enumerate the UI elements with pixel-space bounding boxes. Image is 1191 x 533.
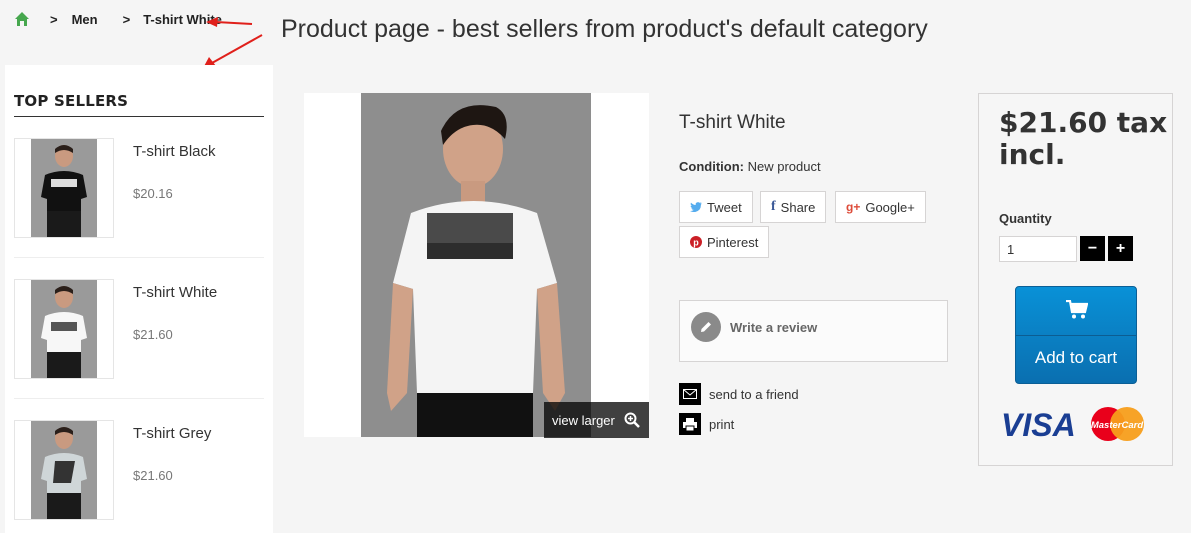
pinterest-button[interactable]: p Pinterest [679, 226, 770, 258]
quantity-input[interactable] [999, 236, 1077, 262]
top-seller-price: $21.60 [133, 327, 173, 342]
visa-logo: VISA [1001, 407, 1076, 443]
pinterest-icon: p [690, 236, 702, 248]
breadcrumb-separator: > [122, 11, 131, 27]
top-seller-price: $20.16 [133, 186, 173, 201]
view-larger-button[interactable]: view larger [544, 402, 649, 438]
envelope-icon [679, 383, 701, 405]
zoom-icon [624, 412, 640, 428]
divider [14, 398, 264, 399]
divider [1016, 335, 1136, 336]
cart-icon [1066, 300, 1088, 319]
quantity-decrease-button[interactable]: − [1080, 236, 1105, 261]
top-seller-item[interactable]: T-shirt White $21.60 [14, 279, 264, 409]
breadcrumb-link-men[interactable]: Men [72, 12, 98, 27]
write-review-box[interactable]: Write a review [679, 300, 948, 362]
tweet-button[interactable]: Tweet [679, 191, 753, 223]
facebook-icon: f [771, 199, 776, 214]
divider [14, 116, 264, 117]
share-label: Share [780, 199, 816, 215]
twitter-icon [690, 202, 702, 212]
annotation-arrow-icon [206, 17, 253, 27]
add-to-cart-button[interactable]: Add to cart [1015, 286, 1137, 384]
quantity-increase-button[interactable]: + [1108, 236, 1133, 261]
condition-value: New product [747, 159, 821, 174]
top-seller-item[interactable]: T-shirt Black $20.16 [14, 138, 264, 268]
top-seller-item[interactable]: T-shirt Grey $21.60 [14, 420, 264, 533]
view-larger-label: view larger [552, 412, 615, 428]
google-plus-button[interactable]: g+ Google+ [835, 191, 926, 223]
pencil-icon [691, 312, 721, 342]
mastercard-logo: MasterCard [1091, 420, 1143, 431]
send-to-friend-link[interactable]: send to a friend [679, 383, 799, 405]
product-title: T-shirt White [679, 112, 786, 133]
condition-label: Condition: [679, 159, 744, 174]
tweet-label: Tweet [707, 199, 742, 215]
pinterest-label: Pinterest [707, 234, 759, 250]
breadcrumb-separator: > [50, 11, 58, 27]
google-plus-icon: g+ [846, 200, 861, 214]
product-thumbnail[interactable] [14, 420, 114, 520]
send-to-friend-label: send to a friend [709, 386, 799, 402]
product-thumbnail[interactable] [14, 138, 114, 238]
breadcrumb: > Men > T-shirt White [14, 11, 222, 27]
product-thumbnail[interactable] [14, 279, 114, 379]
product-image[interactable] [304, 93, 649, 437]
top-seller-name[interactable]: T-shirt Grey [133, 425, 211, 442]
svg-text:p: p [693, 238, 699, 248]
top-seller-name[interactable]: T-shirt White [133, 284, 217, 301]
payment-cards-logo: VISA MasterCard [1001, 407, 1144, 443]
top-seller-price: $21.60 [133, 468, 173, 483]
top-seller-name[interactable]: T-shirt Black [133, 143, 216, 160]
add-to-cart-label: Add to cart [1034, 348, 1118, 367]
top-sellers-title: TOP SELLERS [14, 92, 129, 110]
print-link[interactable]: print [679, 413, 734, 435]
buy-box: $21.60 tax incl. Quantity − + Add to car… [978, 93, 1173, 466]
google-plus-label: Google+ [865, 199, 915, 215]
home-icon[interactable] [14, 11, 30, 27]
print-label: print [709, 416, 735, 432]
divider [14, 257, 264, 258]
top-sellers-block: TOP SELLERS T-shirt Black $20.16 T-shirt… [5, 65, 273, 533]
annotation-title: Product page - best sellers from product… [281, 15, 928, 43]
share-button[interactable]: f Share [760, 191, 827, 223]
printer-icon [679, 413, 701, 435]
product-price: $21.60 tax incl. [999, 106, 1168, 171]
write-review-link[interactable]: Write a review [730, 320, 817, 335]
product-condition: Condition: New product [679, 159, 821, 174]
product-photo[interactable] [361, 93, 591, 437]
quantity-label: Quantity [999, 211, 1052, 226]
